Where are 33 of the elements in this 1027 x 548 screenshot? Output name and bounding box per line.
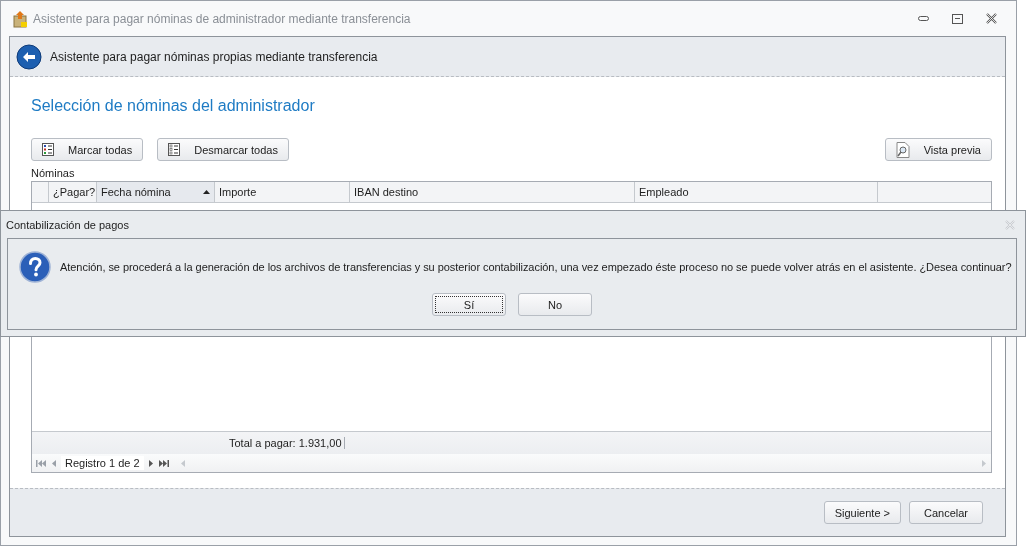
first-record-icon[interactable]: [36, 459, 46, 467]
close-icon: [985, 13, 997, 24]
preview-button[interactable]: Vista previa: [884, 138, 992, 161]
column-header[interactable]: Empleado: [635, 182, 878, 202]
column-header[interactable]: IBAN destino: [350, 182, 635, 202]
dialog-title: Contabilización de pagos: [6, 218, 129, 231]
magnifier-page-icon: [895, 141, 910, 158]
app-icon: [13, 9, 29, 28]
grid-label: Nóminas: [31, 167, 76, 181]
column-header[interactable]: Importe: [215, 182, 350, 202]
column-header[interactable]: Fecha nómina: [97, 182, 215, 202]
dialog-button[interactable]: Sí: [432, 293, 506, 316]
list-icon: [42, 143, 54, 156]
previous-record-icon[interactable]: [51, 459, 56, 467]
question-icon: [19, 251, 51, 283]
toolbar-button[interactable]: Marcar todas: [31, 138, 144, 161]
window-title: Asistente para pagar nóminas de administrador mediante transferencia: [33, 11, 412, 26]
restore-icon: [951, 13, 963, 24]
record-counter: Registro 1 de 2: [61, 456, 144, 470]
footer-button[interactable]: Siguiente >: [823, 501, 901, 524]
back-icon[interactable]: [16, 43, 42, 70]
last-record-icon[interactable]: [158, 459, 169, 467]
footer-button[interactable]: Cancelar: [909, 501, 983, 524]
dialog-button[interactable]: No: [518, 293, 592, 316]
next-record-icon[interactable]: [148, 459, 154, 467]
header-title: Asistente para pagar nóminas propias mediante transferencia: [50, 49, 378, 64]
list-icon: [168, 143, 181, 156]
minimize-icon: [917, 16, 929, 21]
toolbar-button[interactable]: Desmarcar todas: [157, 138, 289, 161]
dialog-message: Atención, se procederá a la generación de los archivos de transferencias y su posterior contabilización, una vez empezado éste proceso no se puede volver atrás en el asistente. ¿Desea continuar?: [60, 261, 1012, 273]
page-title: Selección de nóminas del administrador: [31, 97, 316, 116]
total-text: Total a pagar: 1.931,00: [229, 437, 345, 449]
sort-up-icon: [203, 190, 210, 194]
